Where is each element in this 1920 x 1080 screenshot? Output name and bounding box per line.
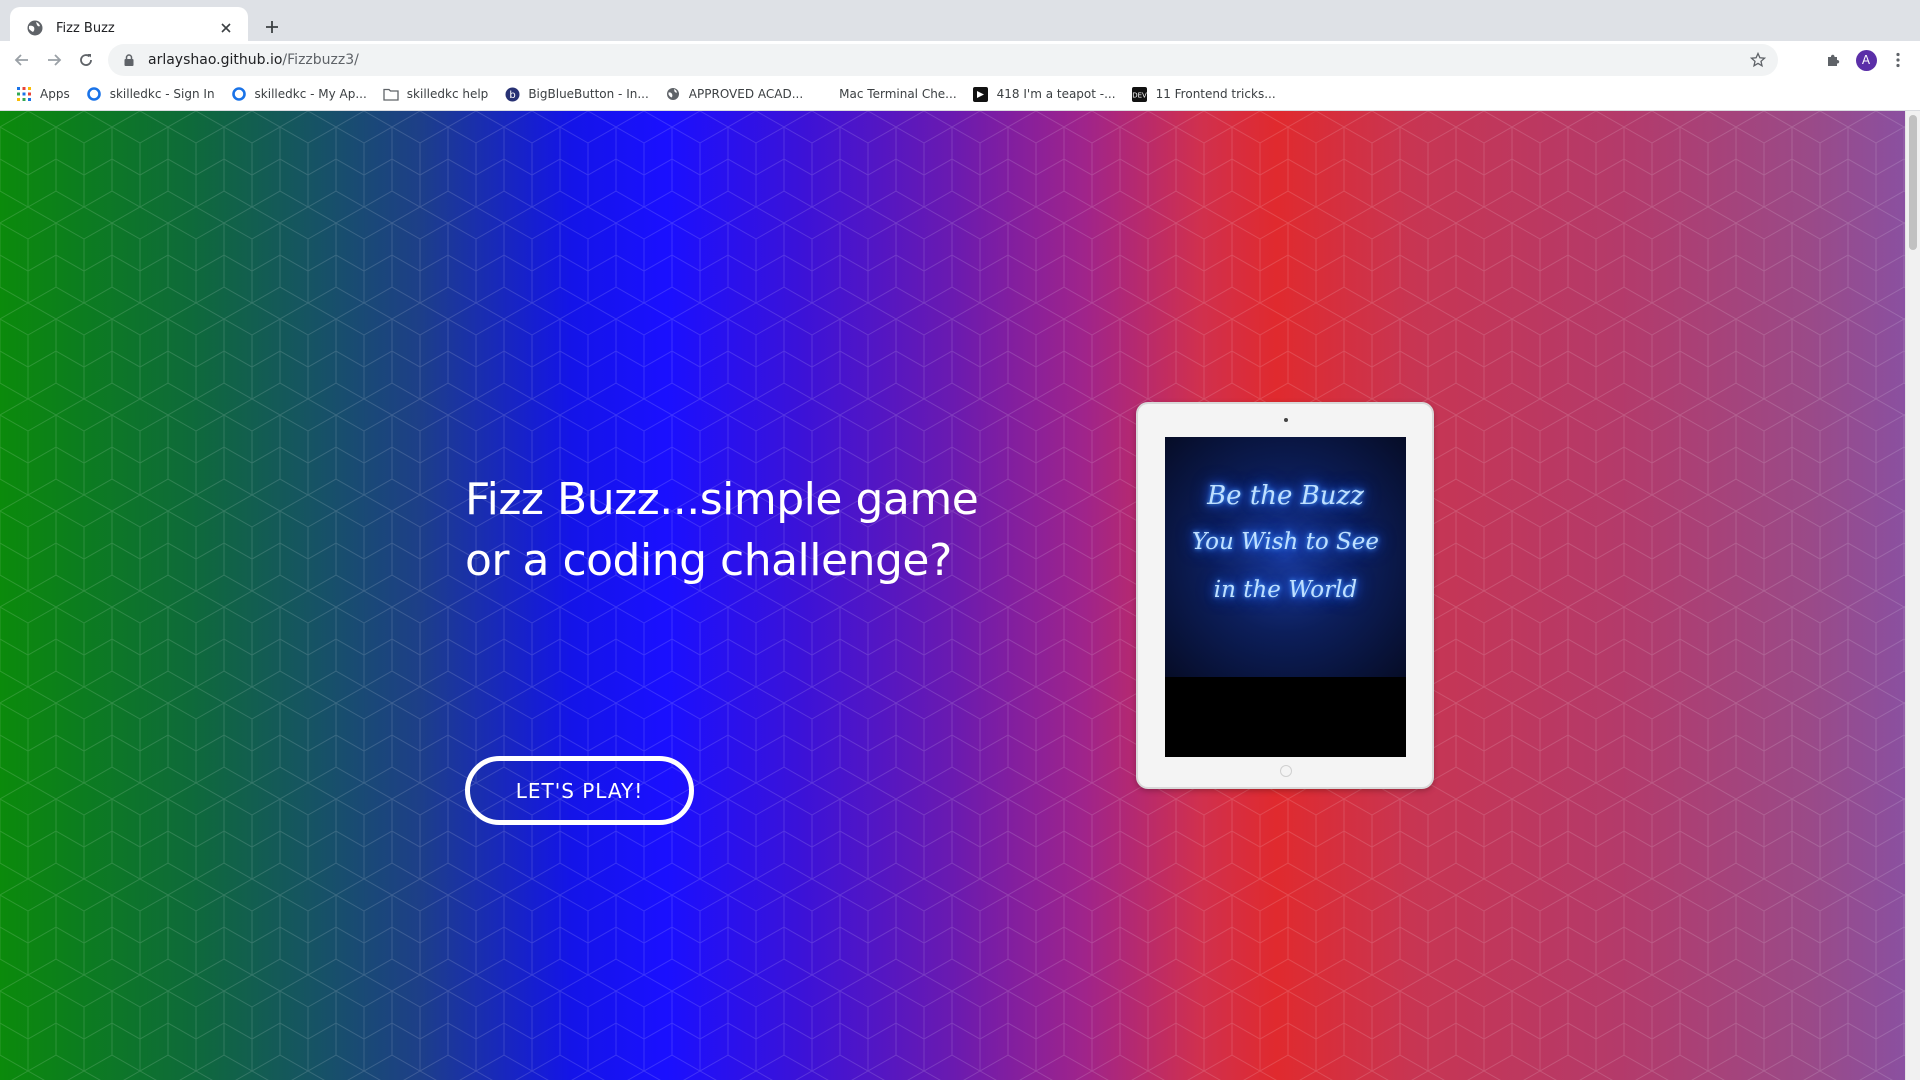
bookmark-label: 418 I'm a teapot -... xyxy=(996,87,1116,101)
bigbluebutton-icon: b xyxy=(504,86,520,102)
url-path: /Fizzbuzz3/ xyxy=(282,52,359,68)
tab-title: Fizz Buzz xyxy=(56,20,115,36)
tablet-camera xyxy=(1284,418,1288,422)
bookmark-approved-acad[interactable]: APPROVED ACAD... xyxy=(661,81,811,107)
reload-icon xyxy=(80,54,92,66)
bookmark-skilledkc-sign-in[interactable]: skilledkc - Sign In xyxy=(82,81,223,107)
bookmark-label: Mac Terminal Che... xyxy=(839,87,957,101)
lock-icon xyxy=(124,54,134,66)
address-bar[interactable]: arlayshao.github.io/Fizzbuzz3/ xyxy=(108,44,1778,76)
bookmark-label: skilledkc help xyxy=(406,87,489,101)
reload-button[interactable] xyxy=(74,48,98,72)
bookmark-label: Apps xyxy=(40,87,70,101)
close-icon[interactable] xyxy=(216,18,236,38)
neon-line-2: You Wish to See xyxy=(1191,529,1380,555)
bookmark-label: skilledkc - My Ap... xyxy=(254,87,367,101)
forward-button[interactable] xyxy=(42,48,66,72)
teapot-icon xyxy=(973,86,989,102)
forward-arrow-icon xyxy=(48,54,62,66)
back-button[interactable] xyxy=(10,48,34,72)
hero-section: Fizz Buzz...simple game or a coding chal… xyxy=(0,111,1905,1080)
plus-icon xyxy=(266,21,278,33)
profile-button[interactable]: A xyxy=(1853,47,1879,73)
lets-play-button[interactable]: LET'S PLAY! xyxy=(465,756,694,825)
globe-icon xyxy=(27,20,43,36)
bookmark-mac-terminal[interactable]: Mac Terminal Che... xyxy=(835,81,964,107)
bookmark-label: BigBlueButton - In... xyxy=(528,87,649,101)
more-vertical-icon xyxy=(1896,52,1900,68)
circle-logo-icon xyxy=(231,86,247,102)
back-arrow-icon xyxy=(14,54,28,66)
browser-menu-button[interactable] xyxy=(1885,47,1911,73)
bookmark-label: APPROVED ACAD... xyxy=(688,87,804,101)
new-tab-button[interactable] xyxy=(258,13,286,41)
bookmark-label: 11 Frontend tricks... xyxy=(1155,87,1276,101)
bookmark-frontend-tricks[interactable]: DEV 11 Frontend tricks... xyxy=(1128,81,1284,107)
apps-grid-icon xyxy=(16,86,32,102)
dev-icon: DEV xyxy=(1132,86,1148,102)
hero-headline: Fizz Buzz...simple game or a coding chal… xyxy=(465,469,1025,591)
bookmarks-bar: Apps skilledkc - Sign In skilledkc - My … xyxy=(0,78,1920,111)
bookmark-apps[interactable]: Apps xyxy=(12,81,78,107)
svg-text:DEV: DEV xyxy=(1132,91,1147,99)
bookmark-418-teapot[interactable]: 418 I'm a teapot -... xyxy=(969,81,1124,107)
puzzle-icon xyxy=(1827,54,1839,66)
hexagon-pattern-background xyxy=(0,111,1905,1080)
extensions-button[interactable] xyxy=(1820,47,1846,73)
neon-sign-image: Be the Buzz You Wish to See in the World xyxy=(1165,437,1406,677)
bookmark-skilledkc-my-apps[interactable]: skilledkc - My Ap... xyxy=(227,81,375,107)
tablet-screen: Be the Buzz You Wish to See in the World xyxy=(1165,437,1406,757)
url-host: arlayshao.github.io xyxy=(148,52,283,68)
page-viewport: Fizz Buzz...simple game or a coding chal… xyxy=(0,111,1920,1080)
folder-icon xyxy=(383,86,399,102)
page-scrollbar[interactable] xyxy=(1905,111,1920,1080)
headline-line-1: Fizz Buzz...simple game xyxy=(465,474,979,525)
avatar: A xyxy=(1855,49,1877,71)
neon-line-1: Be the Buzz xyxy=(1207,481,1364,511)
circle-logo-icon xyxy=(86,86,102,102)
globe-icon xyxy=(665,86,681,102)
bookmark-label: skilledkc - Sign In xyxy=(109,87,215,101)
scrollbar-thumb[interactable] xyxy=(1909,115,1917,250)
bookmark-skilledkc-help[interactable]: skilledkc help xyxy=(379,81,497,107)
neon-line-3: in the World xyxy=(1213,577,1358,603)
tablet-home-button xyxy=(1280,765,1292,777)
svg-text:b: b xyxy=(509,90,515,101)
bookmark-star-icon[interactable] xyxy=(1748,50,1768,70)
tablet-mockup: Be the Buzz You Wish to See in the World xyxy=(1136,402,1434,789)
headline-line-2: or a coding challenge? xyxy=(465,535,952,586)
browser-toolbar: arlayshao.github.io/Fizzbuzz3/ A xyxy=(0,41,1920,78)
bookmark-bigbluebutton[interactable]: b BigBlueButton - In... xyxy=(500,81,656,107)
